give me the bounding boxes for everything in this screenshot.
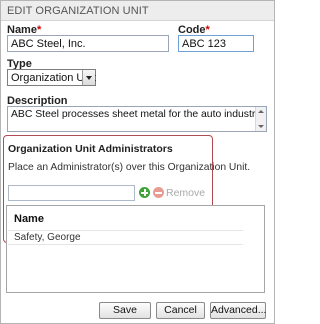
description-scrollbar[interactable]	[255, 107, 266, 131]
remove-label[interactable]: Remove	[166, 187, 205, 199]
dialog-titlebar: EDIT ORGANIZATION UNIT	[1, 1, 274, 21]
scroll-up-arrow-icon[interactable]	[258, 110, 264, 113]
description-textarea[interactable]: ABC Steel processes sheet metal for the …	[7, 106, 267, 132]
save-button[interactable]: Save	[99, 302, 151, 319]
administrators-title: Organization Unit Administrators	[8, 143, 173, 155]
dialog-title: EDIT ORGANIZATION UNIT	[7, 5, 149, 17]
administrators-help-text: Place an Administrator(s) over this Orga…	[8, 162, 251, 173]
remove-icon[interactable]	[153, 187, 164, 198]
administrator-search-input[interactable]	[8, 185, 135, 201]
list-item[interactable]: Safety, George	[8, 230, 243, 245]
list-header-name: Name	[14, 213, 44, 225]
type-select[interactable]: Organization Unit	[7, 69, 96, 86]
name-input[interactable]	[7, 35, 169, 52]
cancel-button[interactable]: Cancel	[156, 302, 205, 319]
list-item-name: Safety, George	[14, 232, 81, 243]
code-input[interactable]	[178, 35, 254, 52]
chevron-down-icon[interactable]	[82, 70, 95, 85]
description-text: ABC Steel processes sheet metal for the …	[11, 109, 261, 120]
administrators-list: Name Safety, George	[6, 205, 265, 293]
add-icon[interactable]	[139, 187, 150, 198]
scroll-down-arrow-icon[interactable]	[258, 125, 264, 128]
advanced-button[interactable]: Advanced...	[210, 302, 266, 319]
